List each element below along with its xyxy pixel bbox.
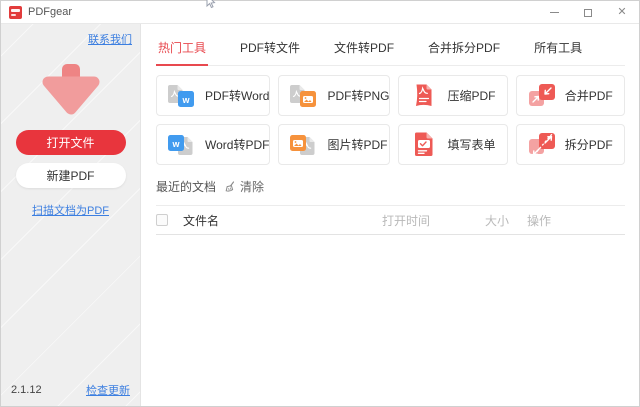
tool-card-label: 填写表单 [447,136,495,153]
sidebar-footer: 2.1.12 检查更新 [11,382,130,398]
image-to-pdf-icon [287,130,321,160]
minimize-button[interactable] [537,1,571,24]
tool-card-label: PDF转Word [205,87,269,104]
merge-pdf-icon [525,81,559,111]
broom-icon [224,181,237,193]
tool-cards-grid: w PDF转Word PDF转PNG 压缩PDF 合并PDF w Word转PDF 图片转PD… [156,75,625,165]
open-file-button[interactable]: 打开文件 [16,130,126,155]
recent-docs-empty-area [156,235,625,406]
recent-docs-title: 最近的文档 [156,178,216,195]
tool-card-label: Word转PDF [205,136,269,153]
main-panel: 热门工具 PDF转文件文件转PDF 合并拆分PDF 所有工具 w PDF转Word PDF… [141,24,639,406]
window-controls: ✕ [537,1,639,24]
clear-recent-button[interactable]: 清除 [224,178,264,195]
column-header-size: 大小 [485,212,527,229]
clear-recent-label: 清除 [240,178,264,195]
svg-text:w: w [181,95,190,105]
split-pdf-icon [525,130,559,160]
mouse-cursor-icon [204,0,217,10]
tool-card-word-to-pdf[interactable]: w Word转PDF [156,124,270,165]
select-all-checkbox[interactable] [156,214,168,226]
tool-card-label: 压缩PDF [447,87,495,104]
tool-card-split-pdf[interactable]: 拆分PDF [516,124,625,165]
column-header-action: 操作 [527,212,625,229]
sidebar: 联系我们 打开文件 新建PDF 扫描文档为PDF 2.1.12 检查更新 [1,24,141,406]
version-label: 2.1.12 [11,384,42,396]
tool-card-pdf-to-word[interactable]: w PDF转Word [156,75,270,116]
pdfgear-window: PDFgear ✕ 联系我们 打开文件 新建PDF 扫描文档为PDF 2. [0,0,640,407]
tab-merge-split-pdf[interactable]: 合并拆分PDF [426,30,502,66]
column-header-file-name: 文件名 [183,212,382,229]
contact-us-link[interactable]: 联系我们 [88,31,132,47]
tab-all-tools[interactable]: 所有工具 [532,30,584,66]
tab-pdf-to-file[interactable]: PDF转文件 [238,30,302,66]
tool-card-label: 图片转PDF [327,136,387,153]
scan-to-pdf-link[interactable]: 扫描文档为PDF [32,202,109,218]
tool-card-pdf-to-png[interactable]: PDF转PNG [278,75,390,116]
download-arrow-icon [35,62,107,118]
check-update-link[interactable]: 检查更新 [86,382,130,398]
recent-docs-table-header: 文件名打开时间大小操作 [156,206,625,235]
tool-card-fill-form[interactable]: 填写表单 [398,124,507,165]
tab-hot-tools[interactable]: 热门工具 [156,30,208,66]
compress-pdf-icon [407,81,441,111]
tool-card-merge-pdf[interactable]: 合并PDF [516,75,625,116]
pdf-to-png-icon [287,81,321,111]
close-icon: ✕ [617,7,626,18]
column-header-open-time: 打开时间 [382,212,485,229]
svg-text:w: w [171,139,180,149]
new-pdf-button[interactable]: 新建PDF [16,163,126,188]
close-button[interactable]: ✕ [605,1,639,24]
pdfgear-logo-icon [9,6,22,19]
maximize-button[interactable] [571,1,605,24]
window-title: PDFgear [28,6,72,18]
minimize-icon [550,12,559,13]
tool-card-label: 合并PDF [565,87,613,104]
fill-form-icon [407,130,441,160]
tool-card-image-to-pdf[interactable]: 图片转PDF [278,124,390,165]
tool-card-compress-pdf[interactable]: 压缩PDF [398,75,507,116]
recent-docs-header: 最近的文档 清除 [156,178,625,206]
maximize-icon [584,9,592,17]
tool-card-label: 拆分PDF [565,136,613,153]
word-to-pdf-icon: w [165,130,199,160]
pdf-to-word-icon: w [165,81,199,111]
tool-card-label: PDF转PNG [327,87,389,104]
tool-tabs: 热门工具 PDF转文件文件转PDF 合并拆分PDF 所有工具 [156,30,625,66]
tab-file-to-pdf[interactable]: 文件转PDF [332,30,396,66]
title-bar: PDFgear ✕ [1,1,639,24]
